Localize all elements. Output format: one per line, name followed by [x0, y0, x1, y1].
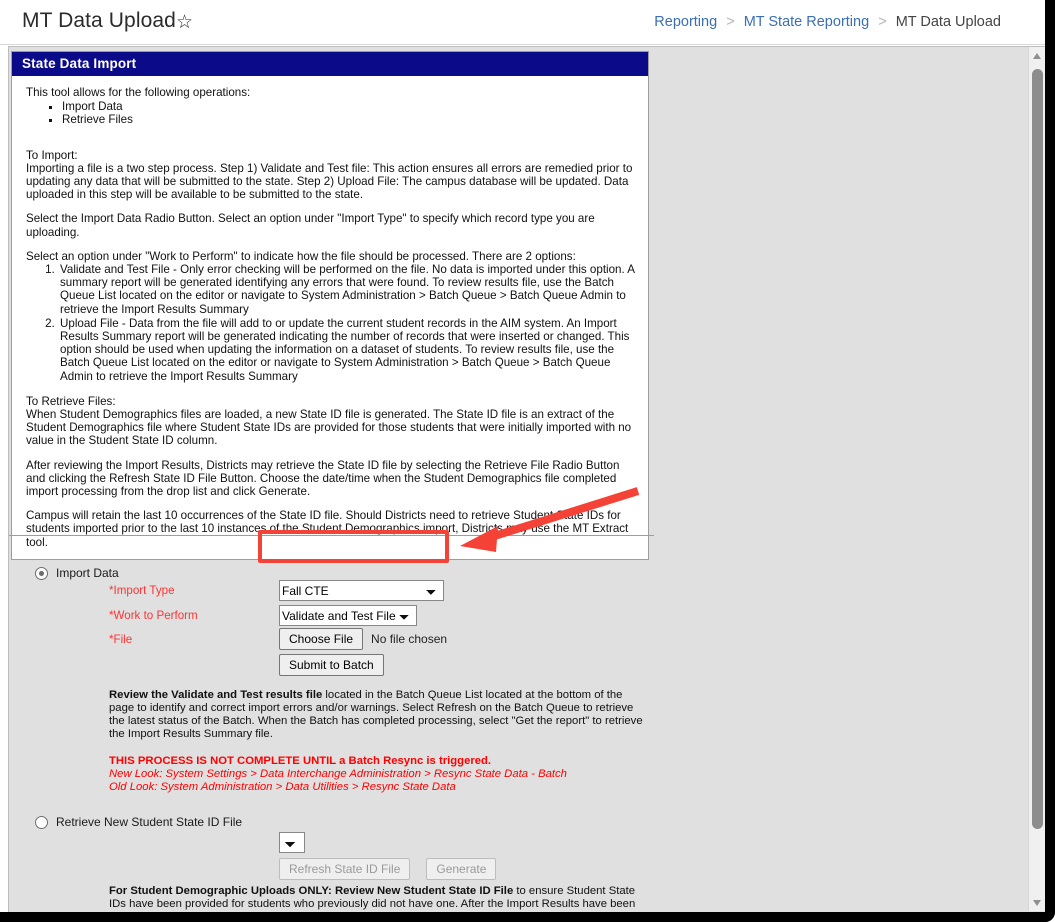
window-frame-right — [1045, 0, 1055, 922]
radio-import-data[interactable]: Import Data — [35, 566, 119, 580]
work-to-perform-intro: Select an option under "Work to Perform"… — [26, 249, 576, 263]
list-item: Upload File - Data from the file will ad… — [58, 317, 636, 383]
refresh-state-id-file-button[interactable]: Refresh State ID File — [279, 858, 411, 880]
state-id-file-select[interactable] — [279, 832, 305, 853]
retention-body: Campus will retain the last 10 occurrenc… — [26, 509, 629, 549]
generate-button[interactable]: Generate — [426, 858, 497, 880]
retrieve-note-lead: For Student Demographic Uploads ONLY: Re… — [109, 885, 514, 897]
field-import-type: *Import Type Fall CTE — [109, 580, 444, 601]
resync-warning-text: THIS PROCESS IS NOT COMPLETE UNTIL a Bat… — [109, 755, 492, 767]
import-note-lead: Review the Validate and Test results fil… — [109, 689, 323, 701]
chevron-up-icon — [1033, 53, 1041, 59]
to-import-heading: To Import: — [26, 148, 78, 162]
after-review-body: After reviewing the Import Results, Dist… — [26, 458, 620, 499]
new-look-path: New Look: System Settings > Data Interch… — [109, 768, 567, 780]
window-frame-bottom — [0, 912, 1055, 922]
scroll-down-button[interactable] — [1029, 894, 1046, 911]
select-radio-text: Select the Import Data Radio Button. Sel… — [26, 212, 595, 239]
breadcrumb: Reporting > MT State Reporting > MT Data… — [654, 14, 1001, 30]
list-item: Validate and Test File - Only error chec… — [58, 263, 636, 316]
page-title: MT Data Upload — [22, 9, 176, 32]
file-label: *File — [109, 632, 133, 646]
scroll-up-button[interactable] — [1029, 47, 1046, 64]
operations-list: Import Data Retrieve Files — [26, 100, 636, 126]
file-status-text: No file chosen — [371, 632, 448, 646]
panel-intro: This tool allows for the following opera… — [26, 86, 251, 99]
to-import-body: Importing a file is a two step process. … — [26, 161, 633, 202]
choose-file-button[interactable]: Choose File — [279, 628, 364, 650]
state-id-file-dropdown-row — [279, 832, 305, 853]
scrollbar-thumb[interactable] — [1032, 69, 1043, 829]
breadcrumb-separator-icon: > — [878, 14, 887, 30]
import-type-label: *Import Type — [109, 584, 175, 597]
breadcrumb-separator-icon: > — [726, 14, 735, 30]
to-retrieve-heading: To Retrieve Files: — [26, 394, 116, 408]
breadcrumb-item-reporting[interactable]: Reporting — [654, 14, 717, 30]
to-retrieve-body: When Student Demographics files are load… — [26, 408, 632, 448]
retrieve-actions-row: Refresh State ID File Generate — [279, 858, 497, 880]
old-look-path: Old Look: System Administration > Data U… — [109, 781, 456, 793]
submit-row: Submit to Batch — [279, 654, 384, 676]
submit-to-batch-button[interactable]: Submit to Batch — [279, 654, 384, 676]
state-data-import-panel: State Data Import This tool allows for t… — [11, 51, 649, 560]
field-file: *File Choose File No file chosen — [109, 628, 447, 650]
work-to-perform-label: *Work to Perform — [109, 609, 198, 622]
panel-title: State Data Import — [12, 52, 648, 76]
radio-import-data-label: Import Data — [56, 566, 119, 580]
favorite-star-icon[interactable]: ☆ — [176, 13, 195, 32]
content-canvas: State Data Import This tool allows for t… — [8, 46, 1046, 922]
radio-retrieve-label: Retrieve New Student State ID File — [56, 815, 243, 829]
panel-divider — [9, 535, 654, 536]
breadcrumb-item-mt-state-reporting[interactable]: MT State Reporting — [744, 14, 869, 30]
work-options-list: Validate and Test File - Only error chec… — [26, 263, 636, 383]
list-item: Import Data — [62, 100, 636, 113]
breadcrumb-item-current: MT Data Upload — [895, 14, 1001, 30]
list-item: Retrieve Files — [62, 113, 636, 126]
import-results-note: Review the Validate and Test results fil… — [109, 689, 649, 794]
chevron-down-icon — [1033, 900, 1041, 906]
vertical-scrollbar[interactable] — [1028, 47, 1046, 911]
field-work-to-perform: *Work to Perform Validate and Test File — [109, 605, 417, 626]
radio-retrieve-indicator[interactable] — [35, 815, 48, 829]
radio-retrieve-state-id[interactable]: Retrieve New Student State ID File — [35, 815, 242, 829]
radio-import-data-indicator[interactable] — [35, 566, 48, 580]
panel-body: This tool allows for the following opera… — [12, 76, 648, 559]
screenshot-root: MT Data Upload ☆ Reporting > MT State Re… — [0, 0, 1055, 922]
import-type-select[interactable]: Fall CTE — [279, 580, 444, 601]
app-header: MT Data Upload ☆ Reporting > MT State Re… — [0, 0, 1045, 45]
work-to-perform-select[interactable]: Validate and Test File — [279, 605, 417, 626]
